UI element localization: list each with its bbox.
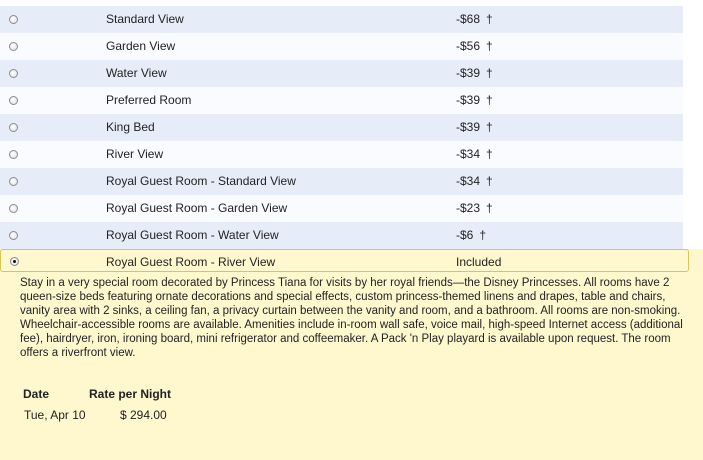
price-value: -$39	[456, 66, 481, 80]
room-option-row[interactable]: Royal Guest Room - Water View -$6 †	[0, 222, 683, 249]
price-value: -$56	[456, 39, 481, 53]
room-option-row[interactable]: Royal Guest Room - Garden View -$23 †	[0, 195, 683, 222]
room-description: Stay in a very special room decorated by…	[20, 277, 683, 359]
room-option-row[interactable]: Water View -$39 †	[0, 60, 683, 87]
dagger-mark: †	[486, 66, 493, 80]
room-option-row[interactable]: River View -$34 †	[0, 141, 683, 168]
room-price: -$39 †	[456, 120, 493, 134]
dagger-mark: †	[479, 228, 487, 242]
room-name: Royal Guest Room - Water View	[106, 228, 279, 242]
dagger-mark: †	[486, 39, 493, 53]
room-radio-button[interactable]	[9, 96, 18, 105]
room-radio-button[interactable]	[9, 231, 18, 240]
dagger-mark: †	[486, 201, 493, 215]
room-price: -$56 †	[456, 39, 493, 53]
price-value: -$23	[456, 201, 481, 215]
room-name: Royal Guest Room - Standard View	[106, 174, 296, 188]
room-price: -$6 †	[456, 228, 486, 242]
date-column-header: Date	[23, 387, 50, 401]
price-value: -$68	[456, 12, 481, 26]
price-value: -$34	[456, 174, 481, 188]
room-price: -$23 †	[456, 201, 493, 215]
room-name: River View	[106, 147, 164, 161]
price-value: -$39	[456, 93, 481, 107]
room-price: -$39 †	[456, 66, 493, 80]
room-radio-button[interactable]	[9, 42, 18, 51]
dagger-mark: †	[486, 12, 493, 26]
room-radio-button[interactable]	[9, 204, 18, 213]
rate-column-header: Rate per Night	[89, 387, 172, 401]
room-radio-button[interactable]	[9, 15, 18, 24]
room-name: Royal Guest Room - Garden View	[106, 201, 288, 215]
dagger-mark: †	[486, 147, 493, 161]
room-radio-button-checked[interactable]	[10, 257, 19, 266]
room-option-row-selected[interactable]: Royal Guest Room - River View Included	[0, 249, 689, 272]
room-radio-button[interactable]	[9, 123, 18, 132]
room-name: Standard View	[106, 12, 184, 26]
room-price: -$34 †	[456, 147, 493, 161]
price-value: -$39	[456, 120, 481, 134]
room-price: -$34 †	[456, 174, 493, 188]
room-name: Garden View	[106, 39, 176, 53]
room-radio-button[interactable]	[9, 69, 18, 78]
room-name: Royal Guest Room - River View	[106, 255, 276, 269]
room-option-row[interactable]: Garden View -$56 †	[0, 33, 683, 60]
room-option-row[interactable]: Standard View -$68 †	[0, 6, 683, 33]
rate-date-cell: Tue, Apr 10	[24, 408, 86, 422]
room-option-row[interactable]: King Bed -$39 †	[0, 114, 683, 141]
room-name: Preferred Room	[106, 93, 192, 107]
room-name: King Bed	[106, 120, 155, 134]
dagger-mark: †	[486, 174, 493, 188]
room-price: -$39 †	[456, 93, 493, 107]
room-option-row[interactable]: Preferred Room -$39 †	[0, 87, 683, 114]
dagger-mark: †	[486, 120, 493, 134]
dagger-mark: †	[486, 93, 493, 107]
room-price: Included	[456, 255, 502, 269]
room-radio-button[interactable]	[9, 150, 18, 159]
room-radio-button[interactable]	[9, 177, 18, 186]
room-name: Water View	[106, 66, 167, 80]
room-option-list: Standard View -$68 † Garden View -$56 † Wa…	[0, 6, 683, 249]
selected-room-panel: Royal Guest Room - River View Included S…	[0, 249, 703, 460]
price-value: -$6	[456, 228, 474, 242]
price-value: -$34	[456, 147, 481, 161]
room-option-row[interactable]: Royal Guest Room - Standard View -$34 †	[0, 168, 683, 195]
rate-amount-cell: $ 294.00	[120, 408, 167, 422]
room-price: -$68 †	[456, 12, 493, 26]
